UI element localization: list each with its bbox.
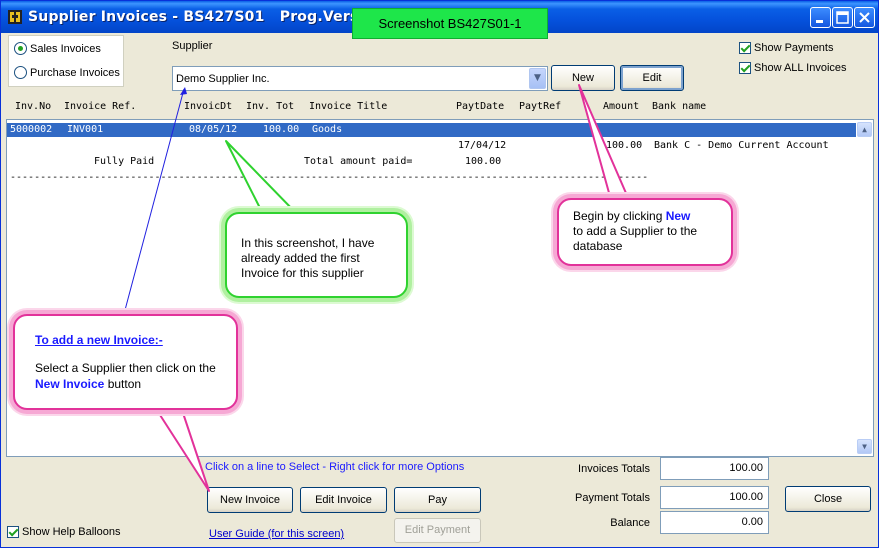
cell-amount: 100.00 <box>606 140 643 151</box>
new-invoice-button[interactable]: New Invoice <box>207 487 293 513</box>
table-row-invoice[interactable]: 5000002 INV001 08/05/12 100.00 Goods <box>7 123 856 137</box>
checkbox-checked-icon <box>739 42 751 54</box>
radio-label: Sales Invoices <box>30 42 101 55</box>
balloon-text: button <box>104 377 142 391</box>
maximize-button[interactable] <box>832 7 853 28</box>
col-payt-date: PaytDate <box>456 101 505 112</box>
grid-header: Inv.No Invoice Ref. InvoicDt Inv. Tot In… <box>8 98 874 116</box>
supplier-label: Supplier <box>172 40 213 52</box>
cell-bank-name: Bank C - Demo Current Account <box>654 140 829 151</box>
maximize-icon <box>836 11 849 24</box>
user-guide-link[interactable]: User Guide (for this screen) <box>209 528 344 540</box>
supplier-invoices-window: Supplier Invoices - BS427S01 Prog.Versio… <box>0 0 879 548</box>
table-row-separator: ----------------------------------------… <box>7 171 709 185</box>
add-invoice-balloon: To add a new Invoice:- Select a Supplier… <box>13 314 238 410</box>
app-icon <box>8 10 22 24</box>
col-inv-no: Inv.No <box>15 101 52 112</box>
close-button[interactable]: Close <box>785 486 871 512</box>
balance-label: Balance <box>610 517 650 529</box>
radio-label: Purchase Invoices <box>30 66 120 79</box>
minimize-icon <box>816 20 823 23</box>
balloon-highlight: New <box>665 209 691 223</box>
cell-total-label: Total amount paid= <box>304 156 413 167</box>
col-invoice-title: Invoice Title <box>309 101 388 112</box>
balloon-highlight: New Invoice <box>35 377 105 391</box>
separator-line: ----------------------------------------… <box>10 172 649 183</box>
radio-purchase-invoices[interactable]: Purchase Invoices <box>14 66 120 79</box>
col-inv-tot: Inv. Tot <box>246 101 295 112</box>
col-invoice-ref: Invoice Ref. <box>64 101 137 112</box>
checkbox-label: Show ALL Invoices <box>754 62 847 74</box>
radio-icon <box>14 66 27 79</box>
new-supplier-button[interactable]: New <box>551 65 615 91</box>
cell-status: Fully Paid <box>94 156 155 167</box>
scroll-up-button[interactable]: ▲ <box>857 122 872 137</box>
radio-selected-icon <box>14 42 27 55</box>
cell-inv-tot: 100.00 <box>263 124 300 135</box>
checkbox-label: Show Payments <box>754 42 834 54</box>
show-all-invoices-checkbox[interactable]: Show ALL Invoices <box>739 62 847 74</box>
close-window-button[interactable] <box>854 7 875 28</box>
cell-inv-no: 5000002 <box>10 124 53 135</box>
edit-payment-button[interactable]: Edit Payment <box>394 518 481 543</box>
show-help-balloons-checkbox[interactable]: Show Help Balloons <box>7 526 120 538</box>
cell-total-value: 100.00 <box>465 156 502 167</box>
table-row-summary[interactable]: Fully Paid Total amount paid= 100.00 <box>7 155 856 169</box>
col-invoice-date: InvoicDt <box>184 101 233 112</box>
cell-invoice-ref: INV001 <box>67 124 104 135</box>
col-payt-ref: PaytRef <box>519 101 562 112</box>
payment-totals-label: Payment Totals <box>574 492 650 504</box>
invoice-type-group: Sales Invoices Purchase Invoices <box>8 35 124 87</box>
selection-hint: Click on a line to Select - Right click … <box>205 461 465 473</box>
first-invoice-balloon: In this screenshot, I have already added… <box>225 212 408 298</box>
radio-sales-invoices[interactable]: Sales Invoices <box>14 42 101 55</box>
balloon-text: Begin by clicking <box>573 209 666 223</box>
invoices-totals-field: 100.00 <box>660 457 769 480</box>
payment-totals-field: 100.00 <box>660 486 769 509</box>
checkbox-checked-icon <box>739 62 751 74</box>
table-row-payment[interactable]: 17/04/12 100.00 Bank C - Demo Current Ac… <box>7 139 856 153</box>
col-amount: Amount <box>603 101 640 112</box>
minimize-button[interactable] <box>810 7 831 28</box>
supplier-select[interactable]: Demo Supplier Inc. ▼ <box>172 66 548 91</box>
cell-payt-date: 17/04/12 <box>458 140 507 151</box>
close-icon <box>859 12 870 23</box>
pay-button[interactable]: Pay <box>394 487 481 513</box>
scroll-down-button[interactable]: ▼ <box>857 439 872 454</box>
checkbox-checked-icon <box>7 526 19 538</box>
cell-invoice-date: 08/05/12 <box>189 124 238 135</box>
chevron-down-icon[interactable]: ▼ <box>529 68 546 89</box>
supplier-value: Demo Supplier Inc. <box>176 73 270 85</box>
col-bank-name: Bank name <box>652 101 707 112</box>
edit-invoice-button[interactable]: Edit Invoice <box>300 487 387 513</box>
balloon-text: to add a Supplier to the database <box>573 224 698 253</box>
checkbox-label: Show Help Balloons <box>22 526 121 538</box>
balloon-text: Select a Supplier then click on the <box>35 361 216 375</box>
balloon-title: To add a new Invoice:- <box>35 333 163 347</box>
cell-invoice-title: Goods <box>312 124 343 135</box>
invoices-totals-label: Invoices Totals <box>578 463 650 475</box>
screenshot-tag: Screenshot BS427S01-1 <box>352 8 548 39</box>
balance-field: 0.00 <box>660 511 769 534</box>
edit-supplier-button[interactable]: Edit <box>620 65 684 91</box>
show-payments-checkbox[interactable]: Show Payments <box>739 42 833 54</box>
new-supplier-balloon: Begin by clicking New to add a Supplier t… <box>557 198 733 266</box>
